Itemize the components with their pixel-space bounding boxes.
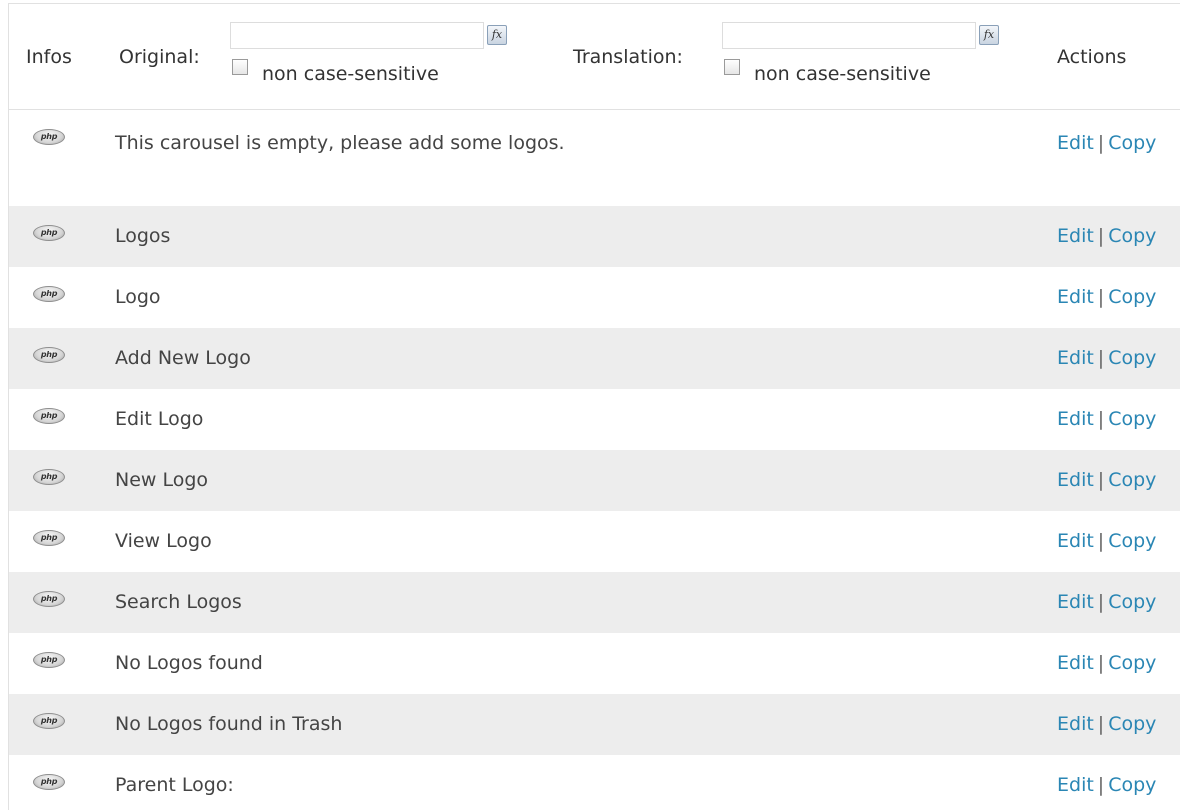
row-actions: Edit | Copy	[1057, 768, 1156, 802]
table-row: php Edit Logo Edit | Copy	[9, 389, 1180, 450]
original-case-checkbox[interactable]	[232, 59, 248, 75]
php-icon: php	[33, 129, 65, 145]
action-separator: |	[1097, 591, 1105, 613]
original-text: Logos	[115, 225, 171, 247]
edit-link[interactable]: Edit	[1057, 408, 1094, 430]
php-icon: php	[33, 286, 65, 302]
action-separator: |	[1097, 469, 1105, 491]
original-text: No Logos found	[115, 652, 263, 674]
copy-link[interactable]: Copy	[1108, 286, 1156, 308]
translation-table: Infos Original: fx non case-sensitive Tr…	[8, 3, 1180, 810]
original-text: Edit Logo	[115, 408, 204, 430]
edit-link[interactable]: Edit	[1057, 286, 1094, 308]
infos-column-header: Infos	[26, 46, 72, 68]
table-row: php This carousel is empty, please add s…	[9, 110, 1180, 206]
edit-link[interactable]: Edit	[1057, 132, 1094, 154]
action-separator: |	[1097, 347, 1105, 369]
php-icon: php	[33, 713, 65, 729]
row-actions: Edit | Copy	[1057, 280, 1156, 314]
action-separator: |	[1097, 530, 1105, 552]
row-actions: Edit | Copy	[1057, 126, 1156, 160]
copy-link[interactable]: Copy	[1108, 530, 1156, 552]
translation-fx-button[interactable]: fx	[979, 25, 999, 45]
row-actions: Edit | Copy	[1057, 341, 1156, 375]
action-separator: |	[1097, 713, 1105, 735]
action-separator: |	[1097, 132, 1105, 154]
original-text: This carousel is empty, please add some …	[115, 132, 565, 154]
original-filter-input[interactable]	[230, 22, 484, 49]
edit-link[interactable]: Edit	[1057, 774, 1094, 796]
table-row: php New Logo Edit | Copy	[9, 450, 1180, 511]
php-icon: php	[33, 591, 65, 607]
table-row: php No Logos found Edit | Copy	[9, 633, 1180, 694]
original-text: New Logo	[115, 469, 209, 491]
original-text: Add New Logo	[115, 347, 251, 369]
row-actions: Edit | Copy	[1057, 219, 1156, 253]
copy-link[interactable]: Copy	[1108, 225, 1156, 247]
original-text: Parent Logo:	[115, 774, 234, 796]
original-text: No Logos found in Trash	[115, 713, 343, 735]
translation-filter-input[interactable]	[722, 22, 976, 49]
action-separator: |	[1097, 652, 1105, 674]
php-icon: php	[33, 774, 65, 790]
copy-link[interactable]: Copy	[1108, 408, 1156, 430]
php-icon: php	[33, 530, 65, 546]
original-text: Logo	[115, 286, 161, 308]
php-icon: php	[33, 469, 65, 485]
copy-link[interactable]: Copy	[1108, 132, 1156, 154]
edit-link[interactable]: Edit	[1057, 530, 1094, 552]
edit-link[interactable]: Edit	[1057, 652, 1094, 674]
original-column-header: Original:	[119, 46, 200, 68]
translation-case-checkbox[interactable]	[724, 59, 740, 75]
translation-column-header: Translation:	[573, 46, 683, 68]
row-actions: Edit | Copy	[1057, 646, 1156, 680]
table-row: php View Logo Edit | Copy	[9, 511, 1180, 572]
edit-link[interactable]: Edit	[1057, 713, 1094, 735]
row-actions: Edit | Copy	[1057, 707, 1156, 741]
table-row: php Logos Edit | Copy	[9, 206, 1180, 267]
copy-link[interactable]: Copy	[1108, 713, 1156, 735]
row-actions: Edit | Copy	[1057, 524, 1156, 558]
edit-link[interactable]: Edit	[1057, 469, 1094, 491]
original-text: View Logo	[115, 530, 212, 552]
php-icon: php	[33, 652, 65, 668]
row-actions: Edit | Copy	[1057, 463, 1156, 497]
table-body: php This carousel is empty, please add s…	[9, 110, 1180, 810]
original-text: Search Logos	[115, 591, 242, 613]
action-separator: |	[1097, 225, 1105, 247]
edit-link[interactable]: Edit	[1057, 347, 1094, 369]
original-fx-button[interactable]: fx	[487, 25, 507, 45]
table-row: php Logo Edit | Copy	[9, 267, 1180, 328]
table-row: php No Logos found in Trash Edit | Copy	[9, 694, 1180, 755]
table-row: php Search Logos Edit | Copy	[9, 572, 1180, 633]
copy-link[interactable]: Copy	[1108, 347, 1156, 369]
copy-link[interactable]: Copy	[1108, 774, 1156, 796]
translation-case-label: non case-sensitive	[754, 63, 931, 85]
edit-link[interactable]: Edit	[1057, 225, 1094, 247]
php-icon: php	[33, 225, 65, 241]
copy-link[interactable]: Copy	[1108, 591, 1156, 613]
action-separator: |	[1097, 286, 1105, 308]
row-actions: Edit | Copy	[1057, 585, 1156, 619]
table-row: php Parent Logo: Edit | Copy	[9, 755, 1180, 810]
copy-link[interactable]: Copy	[1108, 469, 1156, 491]
edit-link[interactable]: Edit	[1057, 591, 1094, 613]
action-separator: |	[1097, 774, 1105, 796]
php-icon: php	[33, 347, 65, 363]
table-header: Infos Original: fx non case-sensitive Tr…	[9, 4, 1180, 110]
original-case-label: non case-sensitive	[262, 63, 439, 85]
actions-column-header: Actions	[1057, 46, 1127, 68]
row-actions: Edit | Copy	[1057, 402, 1156, 436]
php-icon: php	[33, 408, 65, 424]
table-row: php Add New Logo Edit | Copy	[9, 328, 1180, 389]
copy-link[interactable]: Copy	[1108, 652, 1156, 674]
action-separator: |	[1097, 408, 1105, 430]
